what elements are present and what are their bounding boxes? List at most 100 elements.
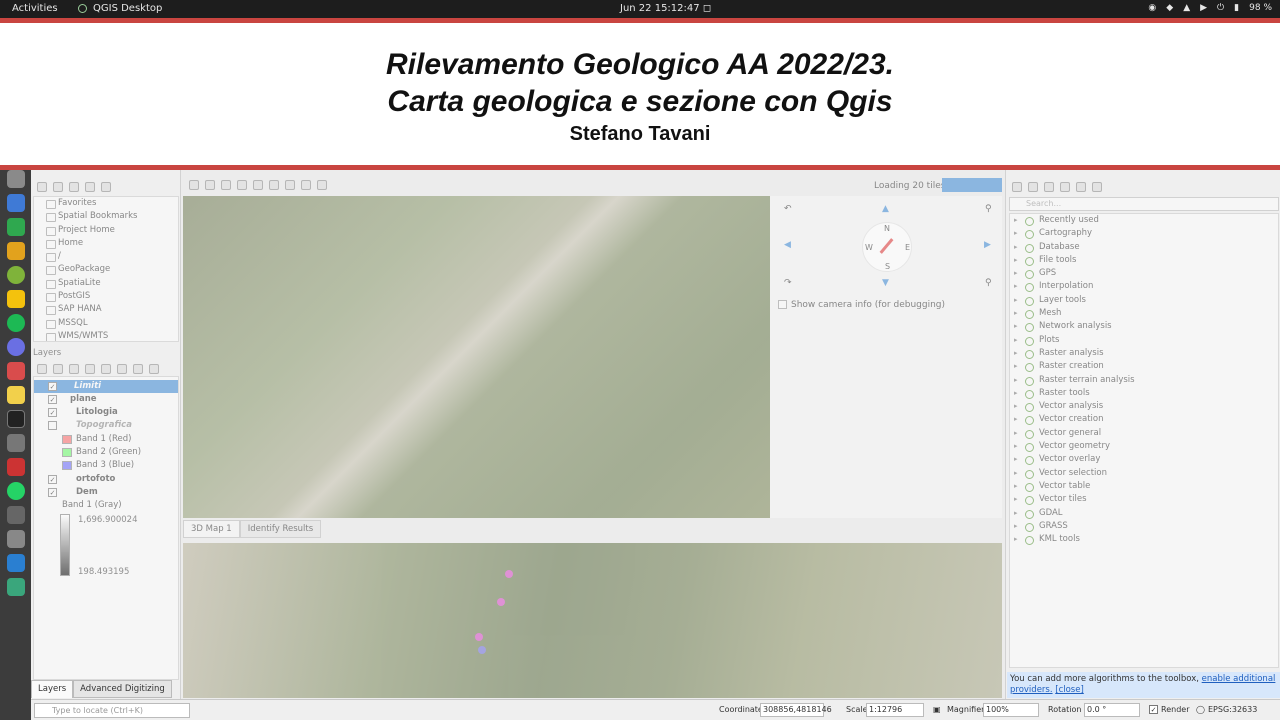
zoom-out-icon[interactable]: ⚲ [985, 278, 992, 288]
processing-provider-item[interactable]: Vector geometry [1010, 440, 1278, 453]
lock-icon[interactable]: ▣ [933, 705, 941, 714]
scripts-icon[interactable] [1028, 182, 1038, 192]
pdf-icon[interactable] [6, 362, 25, 380]
browser-item[interactable]: PostGIS [34, 290, 178, 303]
processing-provider-item[interactable]: KML tools [1010, 533, 1278, 546]
browser-item[interactable]: WMS/WMTS [34, 330, 178, 341]
processing-provider-item[interactable]: Recently used [1010, 214, 1278, 227]
move-left-icon[interactable]: ◀ [784, 240, 791, 250]
map-point-marker[interactable] [475, 633, 483, 641]
collapse-icon[interactable] [85, 182, 95, 192]
filter-icon[interactable] [69, 182, 79, 192]
zoom-full-icon[interactable] [205, 180, 215, 190]
sheets-icon[interactable] [6, 218, 25, 236]
system-tray[interactable]: ◉ ◆ ▲ ▶ ⏻ ▮ 98 % [1148, 3, 1272, 13]
processing-provider-item[interactable]: Raster analysis [1010, 347, 1278, 360]
processing-provider-item[interactable]: Vector overlay [1010, 453, 1278, 466]
models-icon[interactable] [1012, 182, 1022, 192]
options-icon[interactable] [317, 180, 327, 190]
add-selected-icon[interactable] [37, 182, 47, 192]
processing-provider-item[interactable]: Raster tools [1010, 387, 1278, 400]
clock[interactable]: Jun 22 15:12:47 ◻ [620, 3, 711, 14]
processing-provider-item[interactable]: Vector table [1010, 480, 1278, 493]
processing-provider-item[interactable]: Vector tiles [1010, 493, 1278, 506]
tool-icon[interactable] [6, 434, 25, 452]
compass-widget[interactable]: N S E W [862, 222, 912, 272]
browser-item[interactable]: Project Home [34, 224, 178, 237]
pan-icon[interactable] [189, 180, 199, 190]
whatsapp-icon[interactable] [6, 482, 25, 500]
add-group-icon[interactable] [53, 364, 63, 374]
eye-icon[interactable] [69, 364, 79, 374]
browser-item[interactable]: SpatiaLite [34, 277, 178, 290]
identify-icon[interactable] [221, 180, 231, 190]
tab-identify-results[interactable]: Identify Results [239, 520, 322, 538]
map2d-canvas[interactable] [183, 543, 1002, 698]
terminal-icon[interactable] [6, 410, 25, 428]
layer-ortofoto[interactable]: ✓ ortofoto [34, 473, 178, 486]
processing-provider-item[interactable]: GPS [1010, 267, 1278, 280]
tab-3d-map[interactable]: 3D Map 1 [183, 520, 240, 538]
browser-item[interactable]: Home [34, 237, 178, 250]
zoom-in-icon[interactable]: ⚲ [985, 204, 992, 214]
crs-icon[interactable]: ◯ [1196, 705, 1205, 714]
drive-icon[interactable] [6, 290, 25, 308]
browser-item[interactable]: / [34, 250, 178, 263]
processing-search-input[interactable]: Search... [1009, 197, 1279, 211]
processing-provider-item[interactable]: File tools [1010, 254, 1278, 267]
tilt-up-icon[interactable]: ↶ [784, 204, 792, 214]
coordinate-field[interactable]: 308856,4818146 [760, 703, 832, 717]
remove-layer-icon[interactable] [149, 364, 159, 374]
processing-provider-item[interactable]: Cartography [1010, 227, 1278, 240]
results-icon[interactable] [1060, 182, 1070, 192]
move-down-icon[interactable]: ▼ [882, 278, 889, 288]
layer-dem[interactable]: ✓ Dem [34, 486, 178, 499]
qgis-dock-icon[interactable] [6, 266, 25, 284]
magnifier-field[interactable]: 100% [983, 703, 1039, 717]
notes-icon[interactable] [6, 386, 25, 404]
info-icon[interactable] [101, 182, 111, 192]
mendeley-icon[interactable] [6, 458, 25, 476]
processing-provider-item[interactable]: Network analysis [1010, 320, 1278, 333]
processing-tree[interactable]: Recently usedCartographyDatabaseFile too… [1009, 213, 1279, 668]
layer-checkbox[interactable]: ✓ [48, 488, 57, 497]
style-icon[interactable] [37, 364, 47, 374]
docs-icon[interactable] [6, 194, 25, 212]
layer-topografica[interactable]: Topografica [34, 419, 178, 432]
layer-litologia[interactable]: ✓ Litologia [34, 406, 178, 419]
files-icon[interactable] [6, 170, 25, 188]
processing-provider-item[interactable]: Database [1010, 241, 1278, 254]
app-icon-4[interactable] [6, 578, 25, 596]
app-icon-2[interactable] [6, 530, 25, 548]
effects-icon[interactable] [301, 180, 311, 190]
processing-provider-item[interactable]: GRASS [1010, 520, 1278, 533]
layer-plane[interactable]: ✓ plane [34, 393, 178, 406]
processing-provider-item[interactable]: Raster creation [1010, 360, 1278, 373]
processing-provider-item[interactable]: Mesh [1010, 307, 1278, 320]
move-up-icon[interactable]: ▲ [882, 204, 889, 214]
map-point-marker[interactable] [478, 646, 486, 654]
browser-item[interactable]: Favorites [34, 197, 178, 210]
crs-label[interactable]: EPSG:32633 [1208, 705, 1257, 714]
map-point-marker[interactable] [497, 598, 505, 606]
locator-input[interactable]: Type to locate (Ctrl+K) [34, 703, 190, 718]
tab-advanced-digitizing[interactable]: Advanced Digitizing [73, 680, 172, 698]
layer-checkbox[interactable]: ✓ [48, 475, 57, 484]
scale-field[interactable]: 1:12796 [866, 703, 924, 717]
activities-button[interactable]: Activities [12, 3, 58, 14]
app-icon-3[interactable] [6, 554, 25, 572]
processing-provider-item[interactable]: Vector selection [1010, 467, 1278, 480]
camera-info-checkbox[interactable] [778, 300, 787, 309]
processing-provider-item[interactable]: Vector general [1010, 427, 1278, 440]
options-icon[interactable] [1092, 182, 1102, 192]
move-right-icon[interactable]: ▶ [984, 240, 991, 250]
filter-legend-icon[interactable] [85, 364, 95, 374]
app-menu[interactable]: QGIS Desktop [78, 3, 162, 14]
layer-checkbox[interactable]: ✓ [48, 408, 57, 417]
map3d-canvas[interactable] [183, 196, 770, 518]
map-point-marker[interactable] [505, 570, 513, 578]
browser-item[interactable]: GeoPackage [34, 263, 178, 276]
animation-icon[interactable] [253, 180, 263, 190]
processing-provider-item[interactable]: GDAL [1010, 507, 1278, 520]
export-icon[interactable] [285, 180, 295, 190]
